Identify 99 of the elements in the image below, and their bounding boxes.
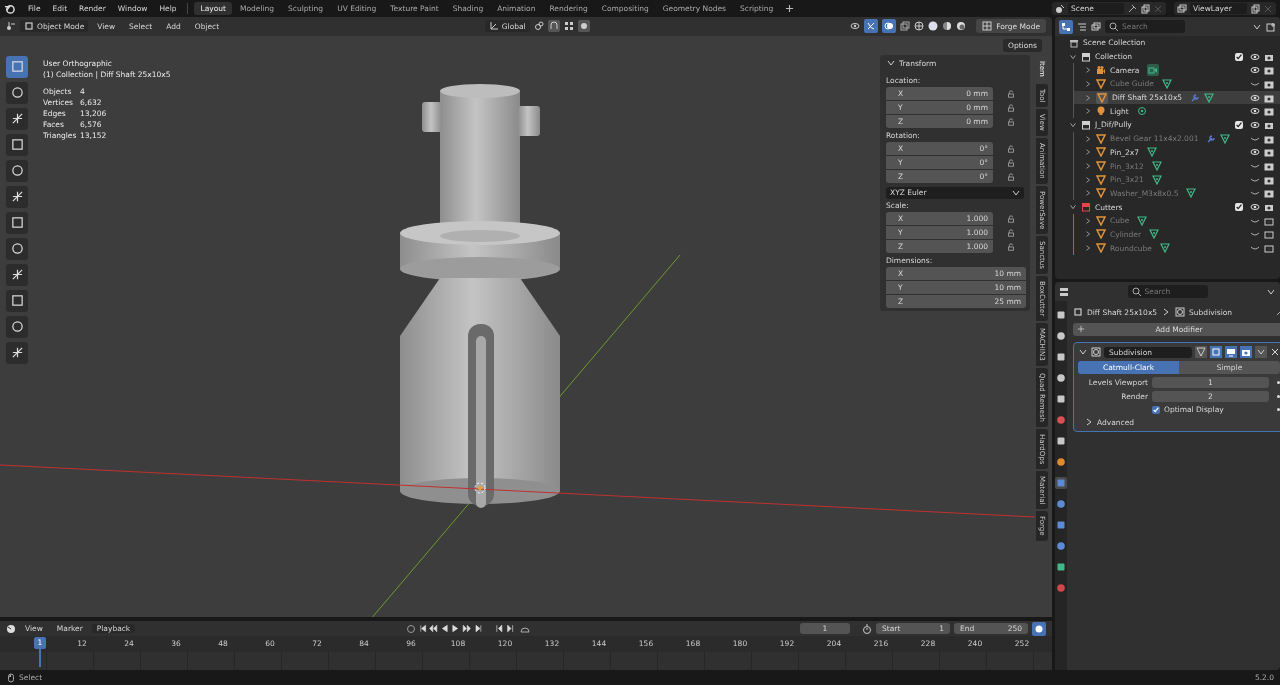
eye-icon[interactable] — [1250, 119, 1260, 130]
mesh-icon — [1096, 147, 1106, 158]
timeline-track[interactable] — [0, 652, 1052, 670]
checkbox[interactable] — [1235, 203, 1243, 212]
mesh-icon — [1096, 133, 1106, 144]
modifier-icon — [1091, 347, 1101, 357]
copy-icon[interactable] — [1140, 3, 1150, 14]
overlay-icon[interactable] — [882, 19, 897, 34]
editor-type-icon[interactable] — [1059, 286, 1069, 297]
camera-icon[interactable] — [1264, 106, 1274, 117]
camera-icon[interactable] — [1264, 147, 1274, 158]
filter-list-icon[interactable] — [1077, 21, 1087, 32]
visibility-icon[interactable] — [850, 21, 861, 32]
mesh-icon — [1096, 161, 1106, 172]
grid-icon — [982, 21, 993, 32]
eye-icon[interactable] — [1250, 202, 1260, 213]
lock-icon[interactable] — [1007, 214, 1015, 223]
grid-icon[interactable] — [563, 21, 574, 32]
layers-icon — [1177, 3, 1187, 14]
search-icon — [1131, 287, 1142, 297]
mesh-icon — [1096, 91, 1108, 104]
blender-logo-icon[interactable] — [4, 3, 15, 14]
camera-icon[interactable] — [1264, 202, 1274, 213]
camera-icon[interactable] — [1264, 92, 1274, 103]
lock-icon[interactable] — [1007, 144, 1015, 153]
sync-icon[interactable] — [1032, 621, 1046, 636]
cage-icon[interactable] — [1210, 346, 1222, 358]
mouse-icon — [6, 672, 16, 683]
search-icon — [1109, 22, 1119, 32]
clock-icon[interactable] — [6, 623, 16, 634]
mesh-icon — [1096, 188, 1106, 199]
mesh-icon — [1096, 215, 1106, 226]
camera-data-icon[interactable] — [1147, 64, 1160, 77]
mesh-icon — [1096, 243, 1106, 254]
display-mode-icon[interactable] — [1059, 19, 1073, 34]
eye-icon[interactable] — [1250, 92, 1260, 103]
eye-icon[interactable] — [1250, 147, 1260, 158]
axes-icon — [488, 21, 499, 32]
keyframe-dot-icon[interactable] — [1277, 395, 1280, 398]
camera-icon[interactable] — [1264, 78, 1274, 89]
keyframe-dot-icon[interactable] — [1277, 408, 1280, 411]
caret-icon[interactable] — [1255, 346, 1267, 358]
camera-icon[interactable] — [1264, 161, 1274, 172]
collapse-icon[interactable] — [1078, 347, 1088, 357]
eye-icon[interactable] — [1250, 51, 1260, 62]
bulb-icon — [1096, 106, 1106, 117]
close-icon[interactable] — [1270, 347, 1280, 357]
solid-shading-icon[interactable] — [928, 21, 939, 32]
add-icon — [1077, 325, 1085, 333]
camera-icon[interactable] — [1264, 215, 1274, 226]
add-icon[interactable] — [785, 4, 795, 13]
mesh-icon — [1096, 174, 1106, 185]
rendered-shading-icon[interactable] — [956, 21, 967, 32]
modifier-icon — [1175, 307, 1186, 317]
record-icon[interactable] — [405, 623, 416, 634]
material-shading-icon[interactable] — [942, 21, 953, 32]
stopwatch-icon[interactable] — [862, 623, 872, 634]
lock-icon[interactable] — [1007, 228, 1015, 237]
snap-icon[interactable] — [547, 20, 560, 33]
wireframe-shading-icon[interactable] — [914, 21, 925, 32]
pin-icon[interactable] — [1127, 3, 1137, 14]
copy-icon[interactable] — [1250, 3, 1260, 14]
camera-icon[interactable] — [1264, 174, 1274, 185]
mesh-icon — [1096, 229, 1106, 240]
xray-icon[interactable] — [900, 21, 911, 32]
keyframe-dot-icon[interactable] — [1277, 381, 1280, 384]
checkbox[interactable] — [1235, 52, 1243, 61]
lock-icon[interactable] — [1007, 103, 1015, 112]
lock-icon[interactable] — [1007, 117, 1015, 126]
viewport[interactable] — [0, 35, 1052, 618]
shaft-drawing[interactable] — [400, 83, 560, 508]
camera-icon[interactable] — [1264, 229, 1274, 240]
light-data-icon[interactable] — [1136, 106, 1147, 117]
eye-icon[interactable] — [1250, 106, 1260, 117]
layers-icon[interactable] — [1091, 21, 1101, 32]
camera-icon — [1096, 65, 1106, 76]
gizmo-icon[interactable] — [864, 19, 879, 34]
lock-icon[interactable] — [1007, 172, 1015, 181]
lock-icon[interactable] — [1007, 158, 1015, 167]
object-mode-icon — [24, 21, 34, 32]
proportional-icon[interactable] — [577, 20, 590, 33]
camera-icon[interactable] — [1264, 133, 1274, 144]
camera-icon[interactable] — [1240, 346, 1252, 358]
keyframe-jump-icon[interactable] — [495, 624, 516, 634]
lock-icon[interactable] — [1007, 242, 1015, 251]
pivot-icon[interactable] — [533, 21, 544, 32]
new-collection-icon[interactable] — [1266, 21, 1276, 32]
monitor-icon[interactable] — [1225, 346, 1237, 358]
edit-mode-icon[interactable] — [1195, 346, 1207, 358]
camera-icon[interactable] — [1264, 65, 1274, 76]
camera-icon[interactable] — [1264, 188, 1274, 199]
lock-icon[interactable] — [1007, 89, 1015, 98]
select-box-icon[interactable] — [10, 60, 24, 74]
editor-type-icon[interactable] — [6, 21, 16, 32]
eye-icon[interactable] — [1250, 65, 1260, 76]
mesh-icon — [1096, 78, 1106, 89]
camera-icon[interactable] — [1264, 243, 1274, 254]
origin-icon — [474, 482, 486, 494]
checkbox[interactable] — [1235, 120, 1243, 129]
